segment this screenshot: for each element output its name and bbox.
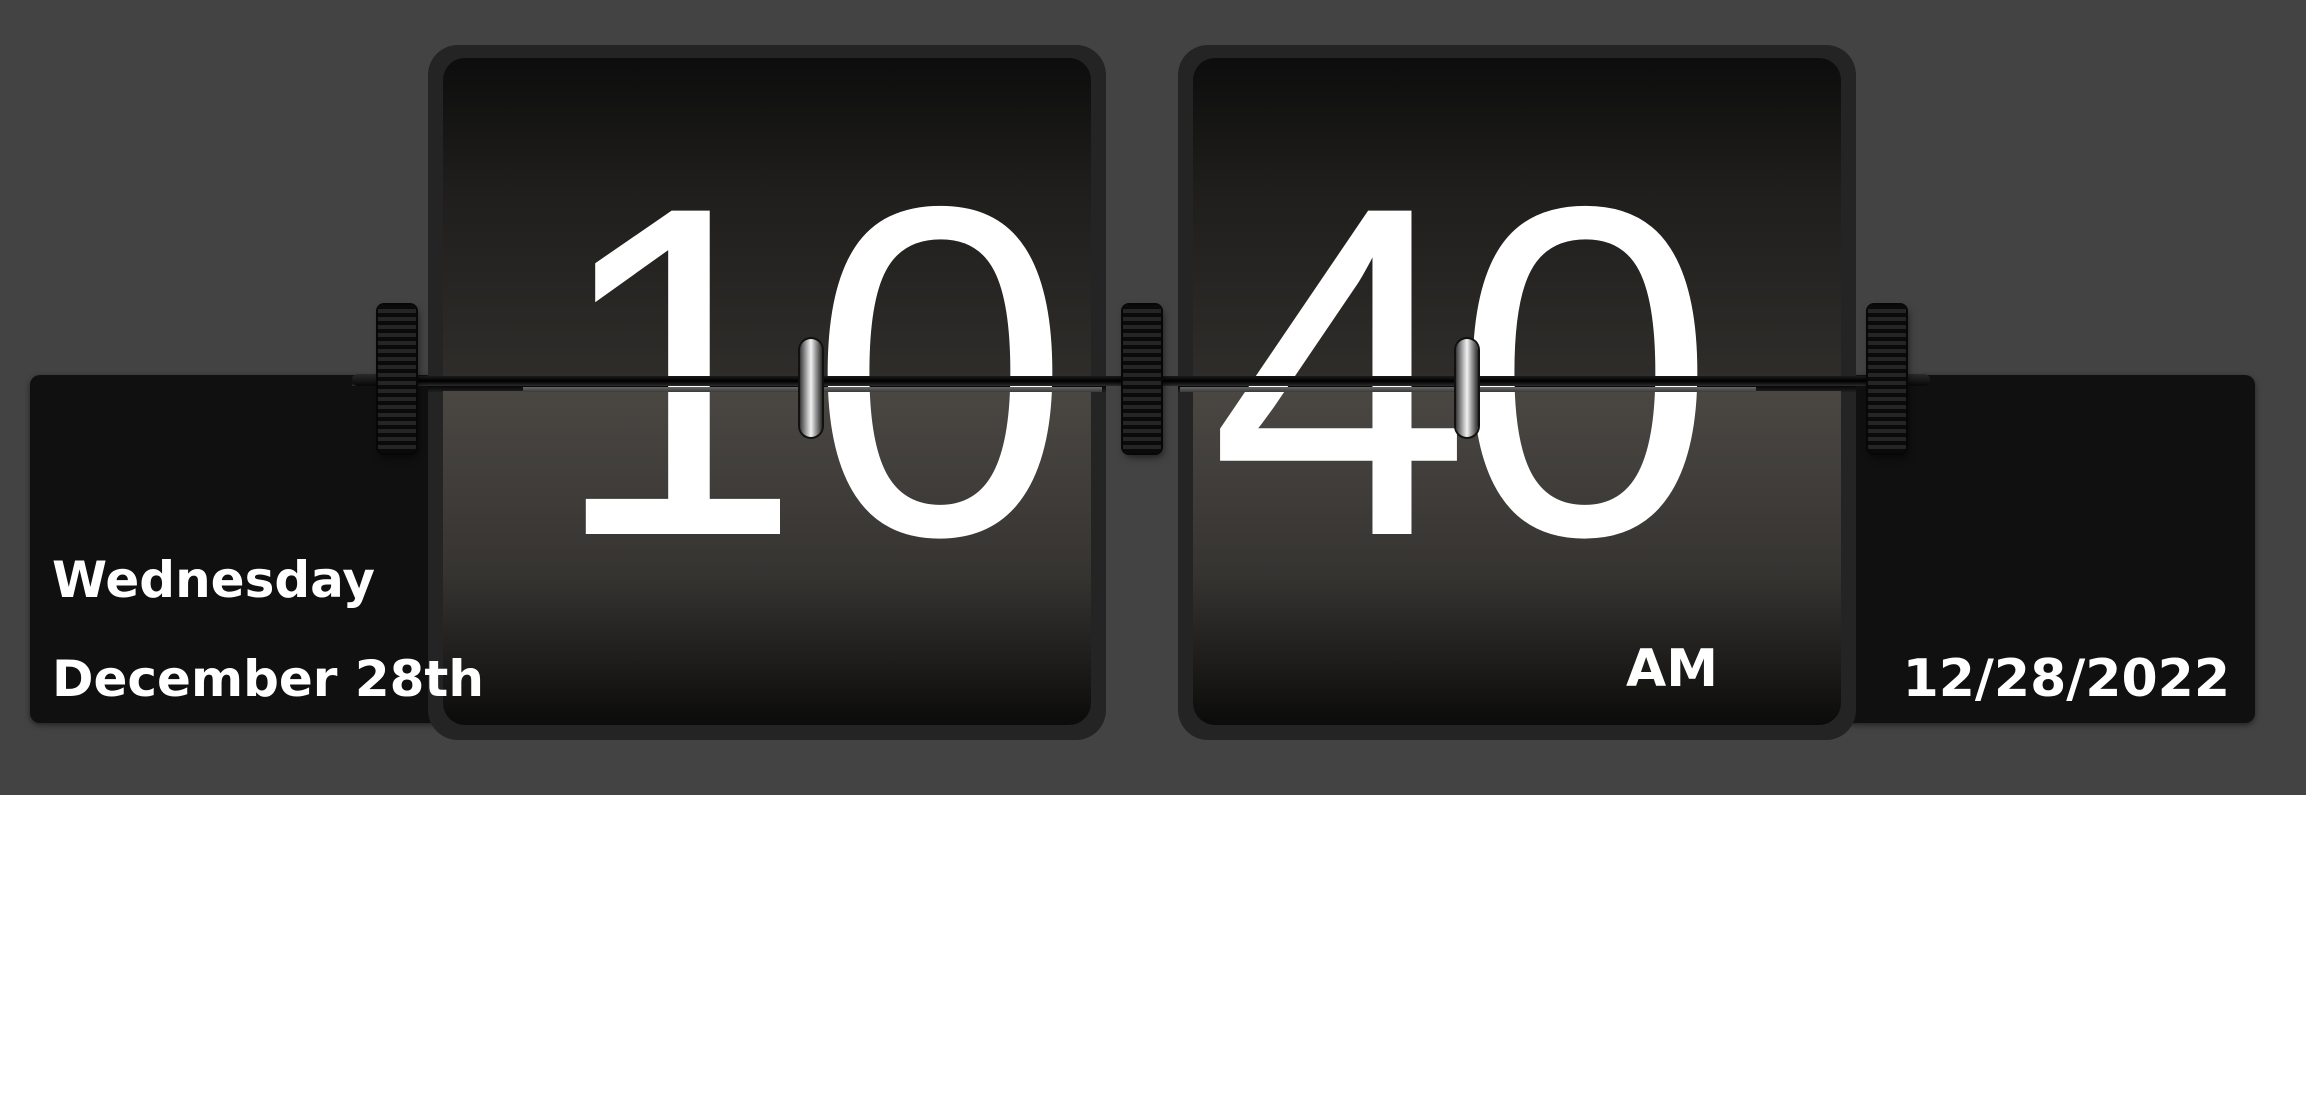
hinge-icon: [378, 305, 416, 453]
month-day-label: December 28th: [52, 650, 484, 708]
hours-tens-digit: 1: [550, 157, 780, 587]
weekday-label: Wednesday: [52, 551, 375, 609]
hinge-icon: [1868, 305, 1906, 453]
ring-icon: [800, 339, 822, 437]
hours-ones-digit: 0: [809, 157, 1071, 587]
flip-clock-widget: 1 0 4 0 Wednesday December 28th AM 12/28…: [0, 0, 2306, 795]
minutes-ones-digit: 0: [1454, 157, 1716, 587]
meridiem-label: AM: [1626, 639, 1718, 699]
blank-page-area: [0, 795, 2306, 1094]
numeric-date-label: 12/28/2022: [1902, 649, 2230, 709]
hinge-icon: [1123, 305, 1161, 453]
ring-icon: [1456, 339, 1478, 437]
